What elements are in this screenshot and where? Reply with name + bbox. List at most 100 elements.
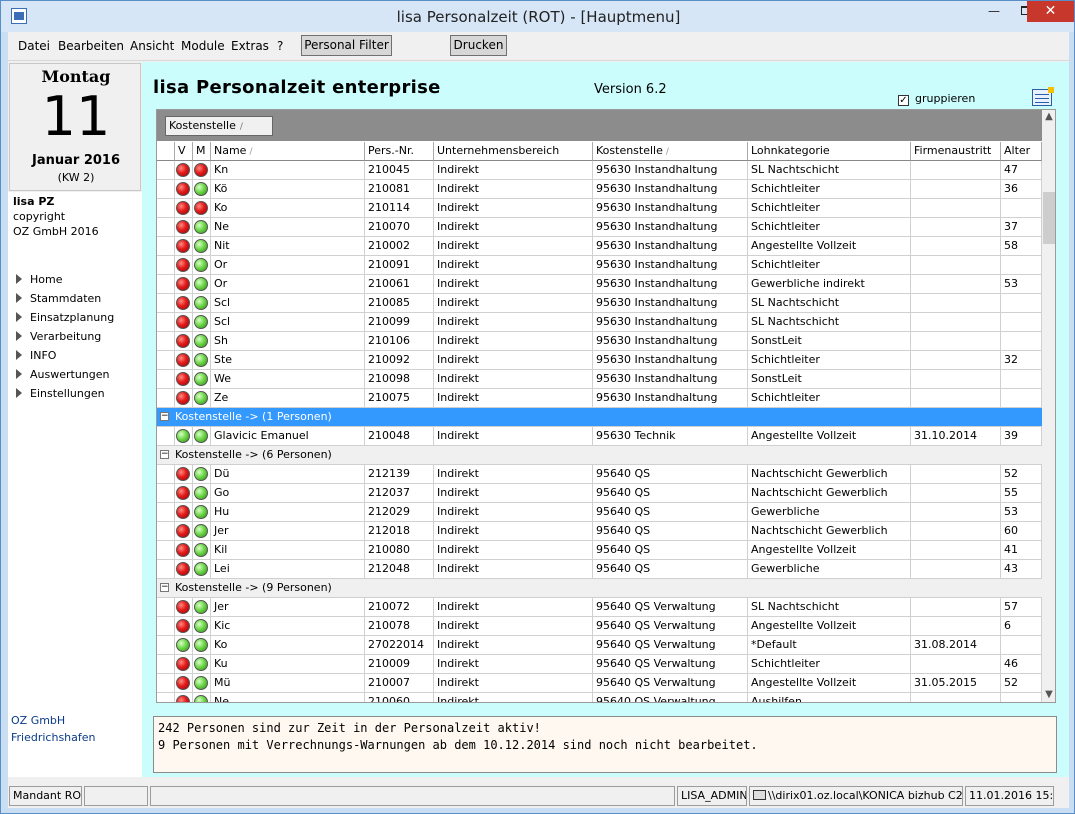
printer-icon (753, 790, 766, 800)
gruppieren-checkbox[interactable]: ✓ gruppieren (898, 92, 975, 106)
table-row[interactable]: Scl 210099 Indirekt 95630 Instandhaltung SL … (157, 313, 1042, 332)
menu-module[interactable]: Module (181, 39, 225, 53)
cell-nr: 212018 (365, 522, 434, 541)
table-row[interactable]: We 210098 Indirekt 95630 Instandhaltung Sons… (157, 370, 1042, 389)
table-row[interactable]: Or 210091 Indirekt 95630 Instandhaltung Schi… (157, 256, 1042, 275)
table-row[interactable]: Mü 210007 Indirekt 95640 QS Verwaltung Anges… (157, 674, 1042, 693)
status-v-red-icon (176, 296, 190, 310)
table-row[interactable]: Sh 210106 Indirekt 95630 Instandhaltung Sons… (157, 332, 1042, 351)
scroll-up-icon[interactable]: ▲ (1042, 110, 1055, 124)
header-kostenstelle[interactable]: Kostenstelle / (593, 142, 748, 161)
cell-fa (911, 389, 1001, 408)
menu-help[interactable]: ? (277, 39, 283, 53)
close-button[interactable]: ✕ (1027, 1, 1074, 22)
header-alter[interactable]: Alter (1001, 142, 1042, 161)
table-row[interactable]: Lei 212048 Indirekt 95640 QS Gewerbliche 43 (157, 560, 1042, 579)
table-row[interactable]: Jer 212018 Indirekt 95640 QS Nachtschicht Ge… (157, 522, 1042, 541)
vertical-scrollbar[interactable]: ▲ ▼ (1042, 110, 1055, 702)
drucken-button[interactable]: Drucken (450, 35, 507, 56)
status-v-cell (175, 351, 193, 370)
table-row[interactable]: Go 212037 Indirekt 95640 QS Nachtschicht Gew… (157, 484, 1042, 503)
collapse-icon[interactable]: − (160, 450, 169, 459)
menu-bar: Datei Bearbeiten Ansicht Module Extras ?… (8, 32, 1069, 61)
table-row[interactable]: Ne 210070 Indirekt 95630 Instandhaltung Schi… (157, 218, 1042, 237)
row-indent (157, 427, 175, 446)
cell-lk: Schichtleiter (748, 256, 911, 275)
sidebar-item-einstellungen[interactable]: Einstellungen (16, 387, 105, 400)
sidebar-item-verarbeitung[interactable]: Verarbeitung (16, 330, 101, 343)
table-row[interactable]: Or 210061 Indirekt 95630 Instandhaltung Gewe… (157, 275, 1042, 294)
table-row[interactable]: Ze 210075 Indirekt 95630 Instandhaltung Schi… (157, 389, 1042, 408)
cell-nr: 210080 (365, 541, 434, 560)
status-m-cell (193, 313, 211, 332)
menu-ansicht[interactable]: Ansicht (130, 39, 174, 53)
sidebar-item-home[interactable]: Home (16, 273, 62, 286)
menu-datei[interactable]: Datei (18, 39, 50, 53)
cell-ub: Indirekt (434, 655, 593, 674)
cell-ub: Indirekt (434, 427, 593, 446)
table-row[interactable]: Nit 210002 Indirekt 95630 Instandhaltung Ang… (157, 237, 1042, 256)
sidebar-item-info[interactable]: INFO (16, 349, 56, 362)
client-area: Datei Bearbeiten Ansicht Module Extras ?… (8, 32, 1069, 808)
table-row[interactable]: Jer 210072 Indirekt 95640 QS Verwaltung SL N… (157, 598, 1042, 617)
row-indent (157, 256, 175, 275)
cell-name: Jer (211, 522, 365, 541)
status-v-cell (175, 598, 193, 617)
cell-ks: 95640 QS (593, 522, 748, 541)
header-lohnkategorie[interactable]: Lohnkategorie (748, 142, 911, 161)
scroll-down-icon[interactable]: ▼ (1042, 688, 1055, 702)
table-row[interactable]: Hu 212029 Indirekt 95640 QS Gewerbliche 53 (157, 503, 1042, 522)
group-row[interactable]: − Kostenstelle -> (1 Personen) (157, 408, 1042, 427)
status-m-green-icon (194, 676, 208, 690)
table-row[interactable]: Ku 210009 Indirekt 95640 QS Verwaltung Schic… (157, 655, 1042, 674)
status-v-cell (175, 465, 193, 484)
header-persnr[interactable]: Pers.-Nr. (365, 142, 434, 161)
menu-extras[interactable]: Extras (231, 39, 269, 53)
header-firmenaustritt[interactable]: Firmenaustritt (911, 142, 1001, 161)
group-row[interactable]: − Kostenstelle -> (9 Personen) (157, 579, 1042, 598)
header-unternehmensbereich[interactable]: Unternehmensbereich (434, 142, 593, 161)
status-m-cell (193, 180, 211, 199)
collapse-icon[interactable]: − (160, 583, 169, 592)
sort-icon: / (239, 122, 243, 132)
sidebar-item-auswertungen[interactable]: Auswertungen (16, 368, 110, 381)
scroll-thumb[interactable] (1043, 192, 1055, 244)
title-bar[interactable]: lisa Personalzeit (ROT) - [Hauptmenu] — … (1, 1, 1074, 32)
table-row[interactable]: Ko 210114 Indirekt 95630 Instandhaltung Schi… (157, 199, 1042, 218)
sidebar-item-einsatzplanung[interactable]: Einsatzplanung (16, 311, 114, 324)
status-m-green-icon (194, 277, 208, 291)
minimize-button[interactable]: — (979, 1, 1009, 22)
group-chip-kostenstelle[interactable]: Kostenstelle / (165, 116, 273, 136)
menu-bearbeiten[interactable]: Bearbeiten (58, 39, 124, 53)
cell-ub: Indirekt (434, 180, 593, 199)
header-v[interactable]: V (175, 142, 193, 161)
row-indent (157, 560, 175, 579)
collapse-icon[interactable]: − (160, 412, 169, 421)
group-row[interactable]: − Kostenstelle -> (6 Personen) (157, 446, 1042, 465)
table-row[interactable]: Dü 212139 Indirekt 95640 QS Nachtschicht Gew… (157, 465, 1042, 484)
personal-filter-button[interactable]: Personal Filter (301, 35, 392, 56)
table-row[interactable]: Kil 210080 Indirekt 95640 QS Angestellte Vol… (157, 541, 1042, 560)
status-v-red-icon (176, 201, 190, 215)
status-v-cell (175, 313, 193, 332)
grid-settings-icon[interactable] (1032, 87, 1054, 106)
version-label: Version 6.2 (594, 82, 667, 97)
header-name[interactable]: Name / (211, 142, 365, 161)
status-bar: Mandant ROT LISA_ADMIN \\dirix01.oz.loca… (8, 784, 1069, 808)
table-row[interactable]: Ste 210092 Indirekt 95630 Instandhaltung Sch… (157, 351, 1042, 370)
table-row[interactable]: Kic 210078 Indirekt 95640 QS Verwaltung Ange… (157, 617, 1042, 636)
cell-ks: 95630 Instandhaltung (593, 389, 748, 408)
sidebar-item-stammdaten[interactable]: Stammdaten (16, 292, 101, 305)
cell-ub: Indirekt (434, 503, 593, 522)
cell-fa (911, 275, 1001, 294)
table-row[interactable]: Ne 210060 Indirekt 95640 QS Verwaltung Aushi… (157, 693, 1042, 702)
cell-ks: 95640 QS (593, 560, 748, 579)
table-row[interactable]: Glavicic Emanuel 210048 Indirekt 95630 Tech… (157, 427, 1042, 446)
table-row[interactable]: Kn 210045 Indirekt 95630 Instandhaltung SL N… (157, 161, 1042, 180)
header-m[interactable]: M (193, 142, 211, 161)
table-row[interactable]: Kö 210081 Indirekt 95630 Instandhaltung Schi… (157, 180, 1042, 199)
table-row[interactable]: Ko 27022014 Indirekt 95640 QS Verwaltung *De… (157, 636, 1042, 655)
sidebar-item-label: Auswertungen (30, 368, 110, 381)
table-row[interactable]: Scl 210085 Indirekt 95630 Instandhaltung SL … (157, 294, 1042, 313)
cell-alter: 36 (1001, 180, 1042, 199)
